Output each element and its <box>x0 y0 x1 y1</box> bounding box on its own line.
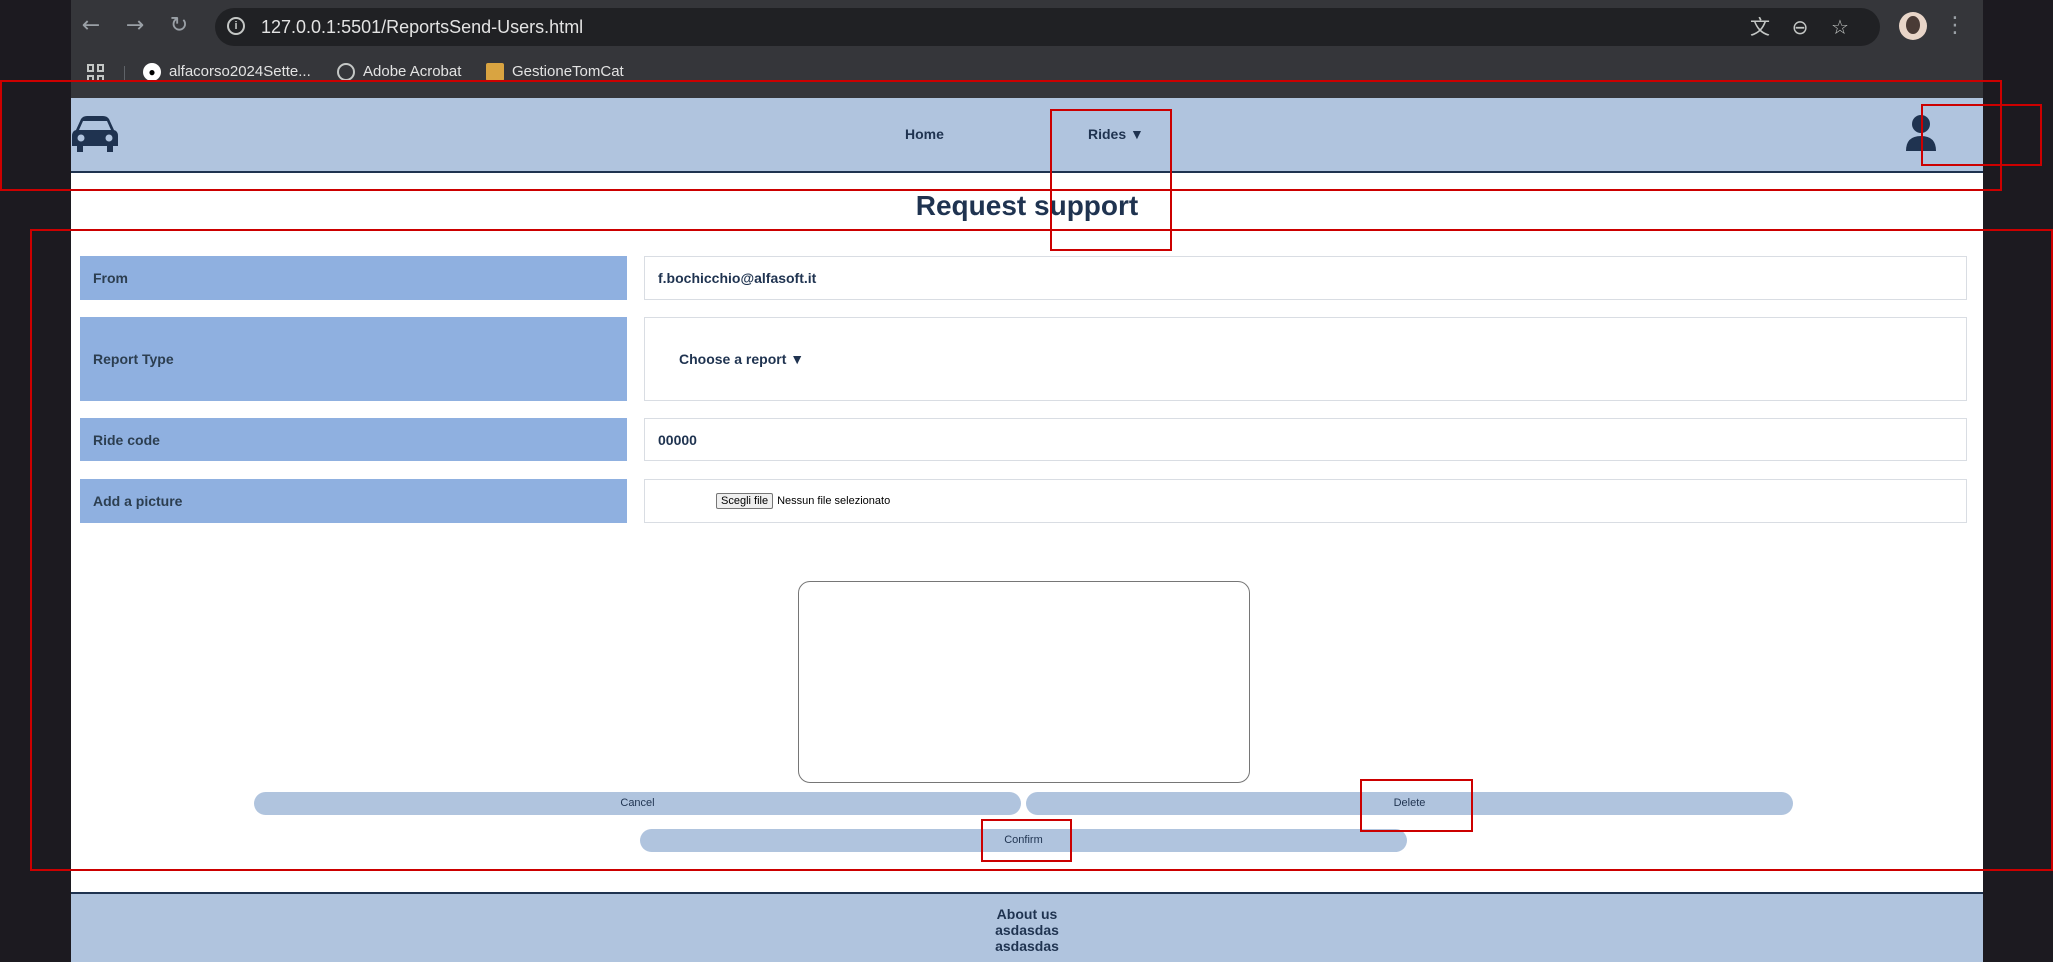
form-row-from: From f.bochicchio@alfasoft.it <box>80 256 1967 300</box>
footer-line: asdasdas <box>995 922 1059 938</box>
user-icon[interactable] <box>1905 114 1937 152</box>
file-status-text: Nessun file selezionato <box>777 495 891 507</box>
site-header: Home Rides ▼ <box>71 98 1983 173</box>
site-footer: About us asdasdas asdasdas <box>71 892 1983 962</box>
picture-file-field: Scegli file Nessun file selezionato <box>644 479 1967 523</box>
report-type-select[interactable]: Choose a report ▼ <box>644 317 1967 401</box>
apps-grid-icon[interactable] <box>87 64 105 82</box>
bookmark-item[interactable]: Adobe Acrobat <box>337 60 461 84</box>
ride-code-input[interactable]: 00000 <box>644 418 1967 461</box>
form-row-report-type: Report Type Choose a report ▼ <box>80 317 1967 401</box>
choose-file-button[interactable]: Scegli file <box>716 493 774 509</box>
delete-button[interactable]: Delete <box>1026 792 1793 815</box>
report-type-label: Report Type <box>80 317 627 401</box>
browser-chrome: ← → ↻ i 127.0.0.1:5501/ReportsSend-Users… <box>71 0 1983 98</box>
from-value: f.bochicchio@alfasoft.it <box>644 256 1967 300</box>
forward-icon[interactable]: → <box>121 12 149 40</box>
github-icon: ● <box>143 63 161 81</box>
nav-rides-dropdown[interactable]: Rides ▼ <box>1088 126 1144 142</box>
url-text[interactable]: 127.0.0.1:5501/ReportsSend-Users.html <box>261 17 583 38</box>
bookmark-item[interactable]: GestioneTomCat <box>486 60 624 84</box>
menu-icon[interactable]: ⋮ <box>1941 12 1969 40</box>
bookmarks-divider <box>124 66 125 82</box>
car-logo-icon[interactable] <box>71 115 119 153</box>
address-bar-row: ← → ↻ i 127.0.0.1:5501/ReportsSend-Users… <box>71 0 1983 52</box>
globe-icon <box>337 63 355 81</box>
zoom-icon[interactable]: ⊖ <box>1787 14 1813 40</box>
bookmark-label: GestioneTomCat <box>512 63 624 80</box>
message-textarea[interactable] <box>798 581 1250 783</box>
reload-icon[interactable]: ↻ <box>165 12 193 40</box>
form-row-ride-code: Ride code 00000 <box>80 418 1967 461</box>
back-icon[interactable]: ← <box>77 12 105 40</box>
bookmark-item[interactable]: ● alfacorso2024Sette... <box>143 60 311 84</box>
form-row-picture: Add a picture Scegli file Nessun file se… <box>80 479 1967 523</box>
cancel-button[interactable]: Cancel <box>254 792 1021 815</box>
bookmarks-bar: ● alfacorso2024Sette... Adobe Acrobat Ge… <box>71 56 1983 88</box>
profile-avatar[interactable] <box>1899 12 1927 40</box>
bookmark-label: Adobe Acrobat <box>363 63 462 80</box>
picture-label: Add a picture <box>80 479 627 523</box>
tomcat-icon <box>486 63 504 81</box>
ride-code-label: Ride code <box>80 418 627 461</box>
site-info-icon[interactable]: i <box>227 17 245 35</box>
page-title: Request support <box>915 190 1139 221</box>
footer-about-us[interactable]: About us <box>71 906 1983 922</box>
footer-line: asdasdas <box>995 938 1059 954</box>
bookmark-star-icon[interactable]: ☆ <box>1827 14 1853 40</box>
translate-icon[interactable]: 文 <box>1747 14 1773 40</box>
bookmark-label: alfacorso2024Sette... <box>169 63 311 80</box>
omnibox[interactable]: i 127.0.0.1:5501/ReportsSend-Users.html <box>215 8 1880 46</box>
from-label: From <box>80 256 627 300</box>
nav-home-link[interactable]: Home <box>905 126 944 142</box>
confirm-button[interactable]: Confirm <box>640 829 1407 852</box>
web-page: Home Rides ▼ Request support From f.boch… <box>71 98 1983 962</box>
